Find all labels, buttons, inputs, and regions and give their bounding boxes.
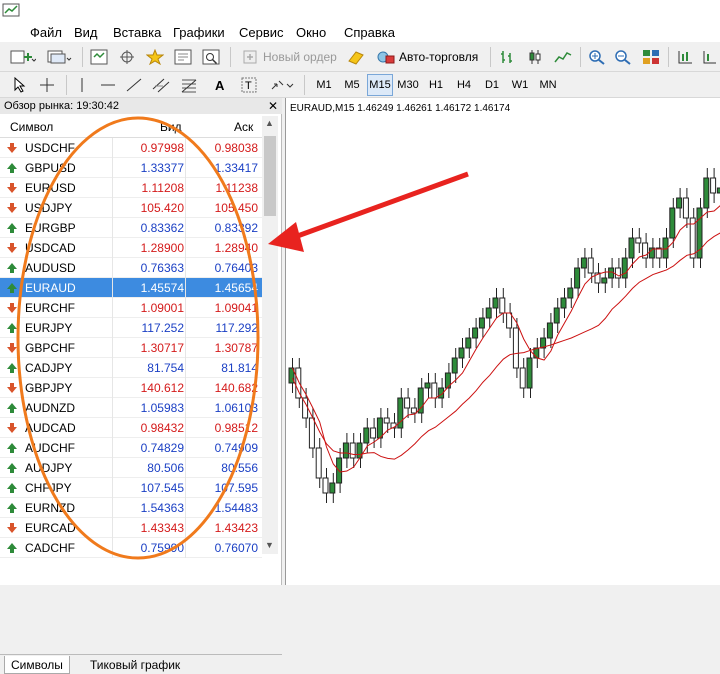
- annotation-arrow-head: [268, 222, 304, 252]
- annotation-ellipse: [18, 118, 258, 558]
- tab-tick-chart[interactable]: Тиковый график: [84, 656, 186, 674]
- annotation-overlay: [0, 0, 720, 585]
- market-watch-tabs: Символы Тиковый график: [0, 654, 282, 674]
- annotation-arrow-line: [292, 174, 468, 238]
- tab-symbols[interactable]: Символы: [4, 656, 70, 674]
